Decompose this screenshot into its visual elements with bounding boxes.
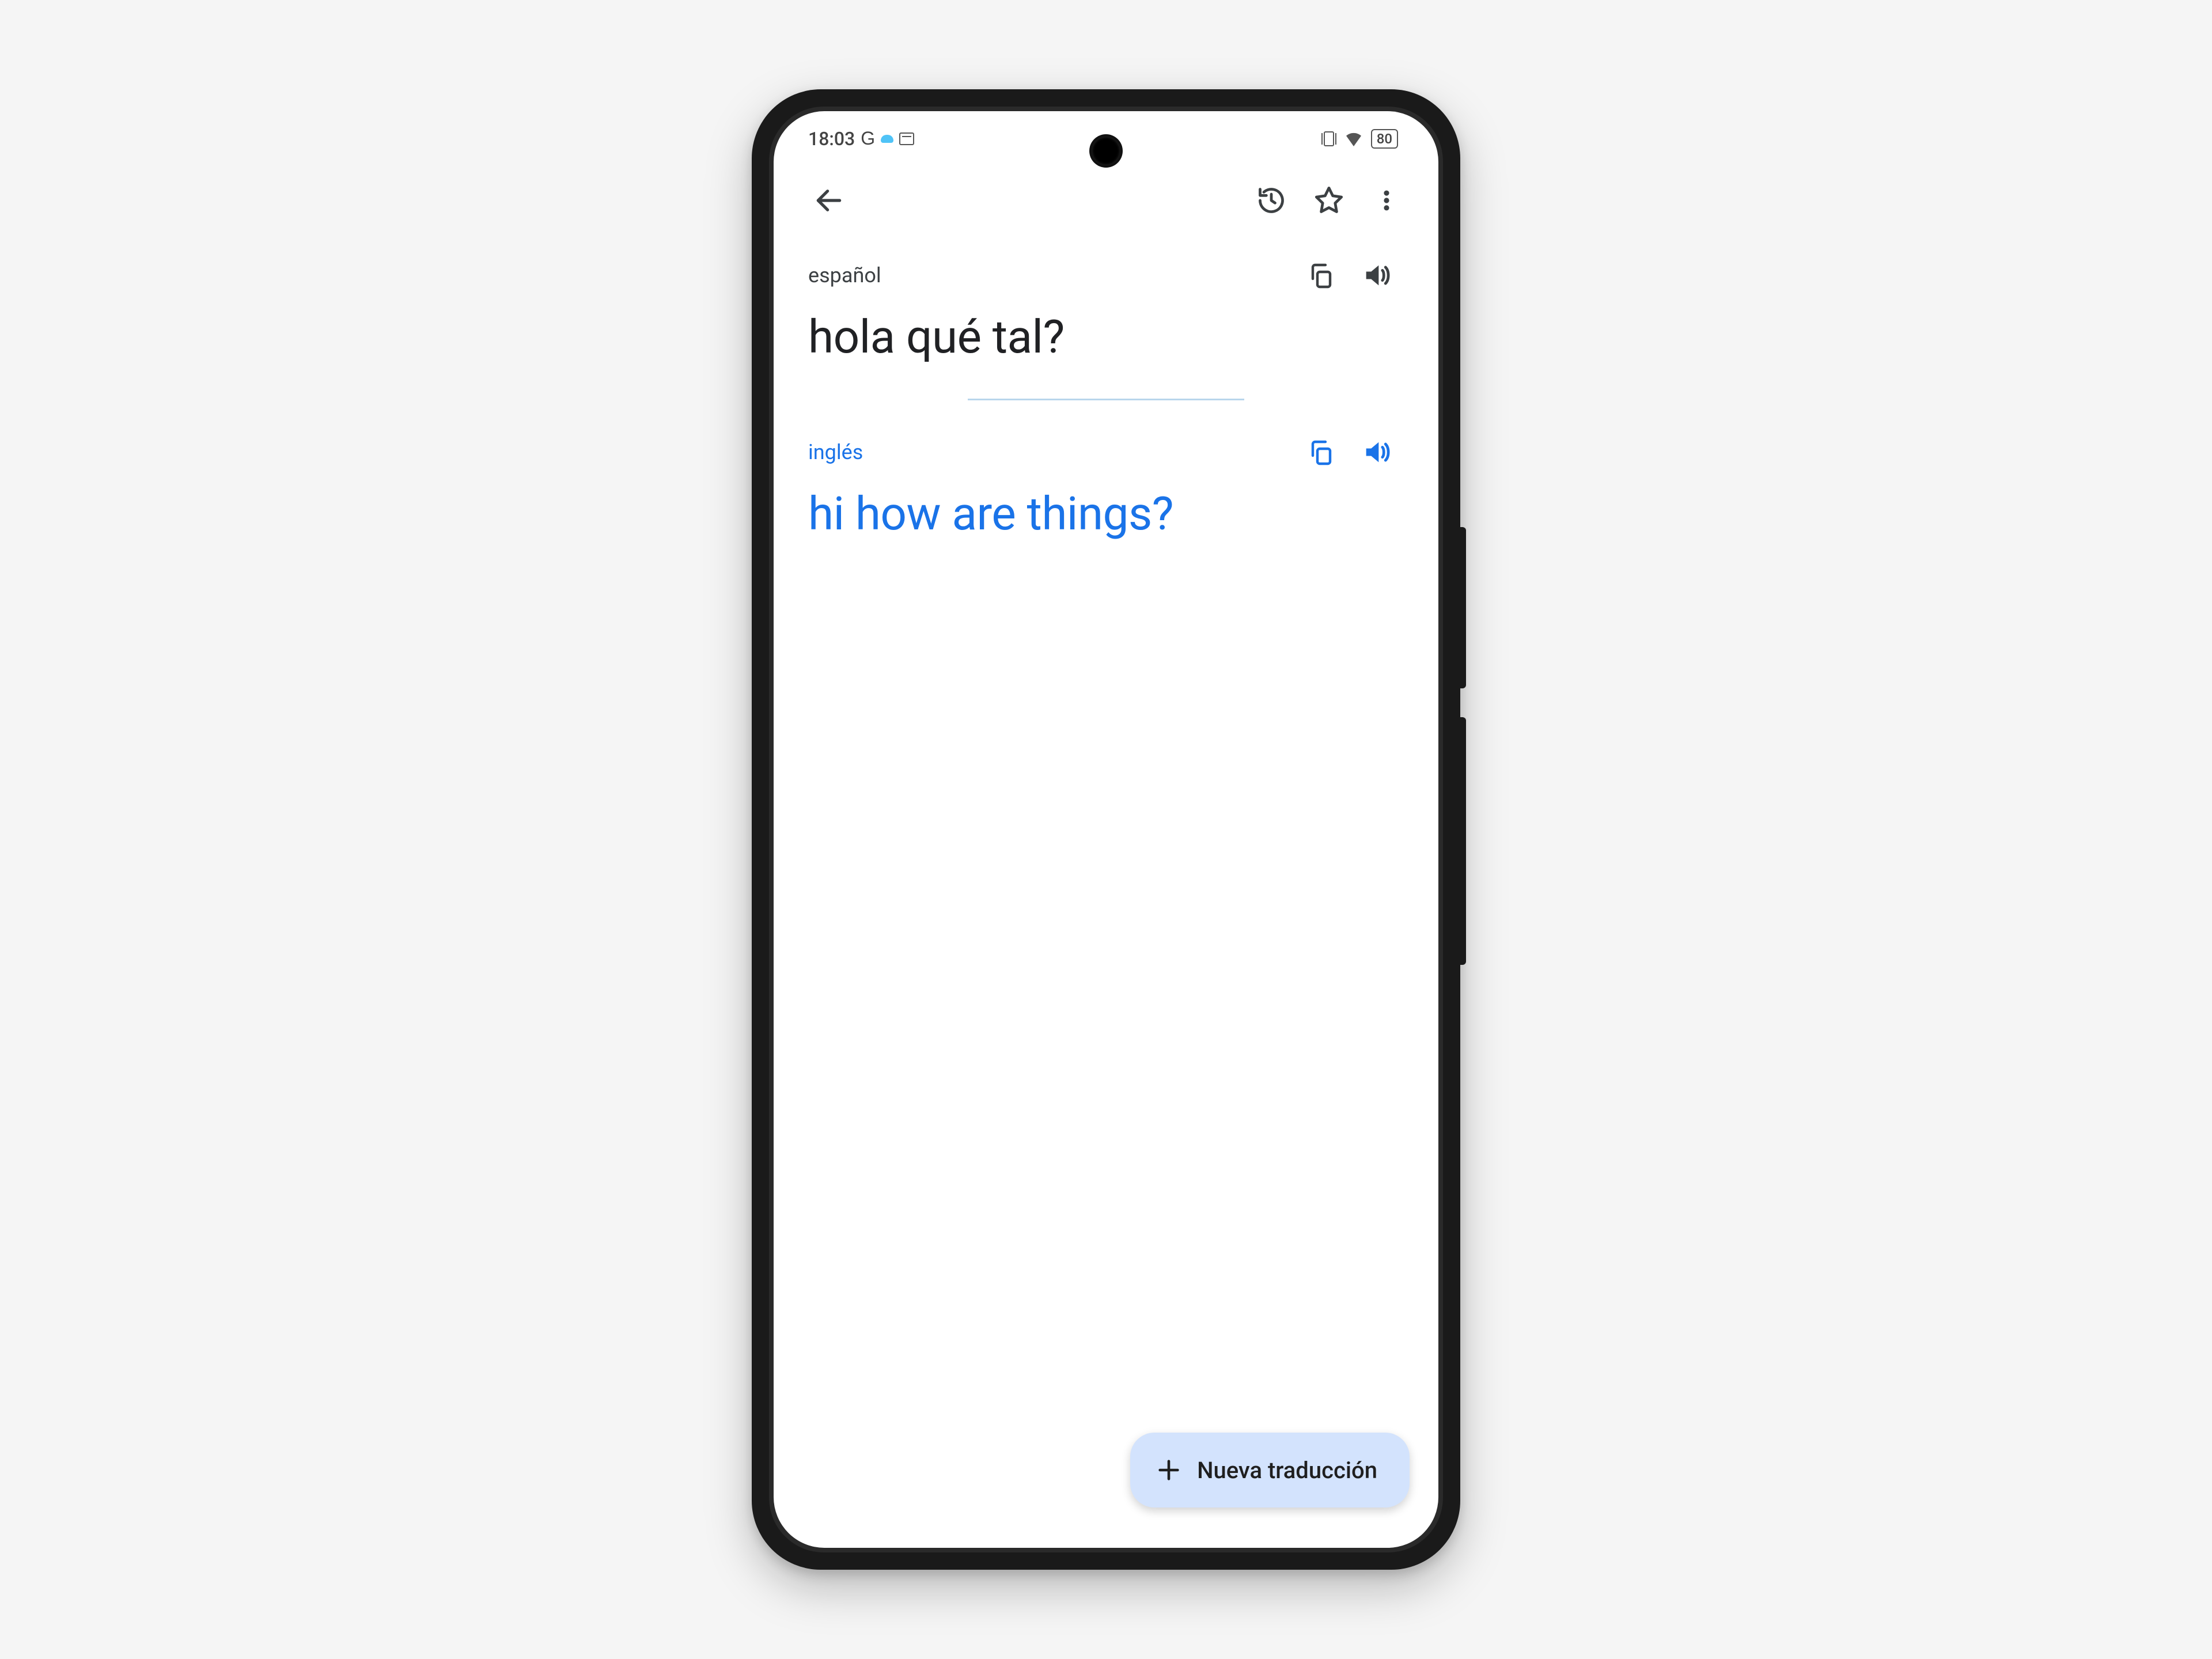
star-button[interactable] xyxy=(1300,172,1358,229)
calendar-icon xyxy=(899,132,914,145)
target-language-row: inglés xyxy=(808,429,1404,475)
history-button[interactable] xyxy=(1243,172,1300,229)
speak-target-button[interactable] xyxy=(1349,429,1404,475)
source-language-row: español xyxy=(808,252,1404,298)
front-camera xyxy=(1092,137,1120,165)
plus-icon xyxy=(1156,1457,1182,1483)
divider xyxy=(968,399,1244,400)
power-button xyxy=(1460,717,1466,965)
new-translation-button[interactable]: Nueva traducción xyxy=(1130,1433,1410,1508)
new-translation-label: Nueva traducción xyxy=(1197,1457,1377,1484)
copy-target-button[interactable] xyxy=(1293,429,1349,475)
status-time: 18:03 xyxy=(808,128,855,150)
google-indicator-icon: G xyxy=(861,128,875,149)
more-menu-button[interactable] xyxy=(1358,172,1415,229)
vibrate-icon xyxy=(1321,131,1336,146)
target-language-label[interactable]: inglés xyxy=(808,440,1293,464)
speak-source-button[interactable] xyxy=(1349,252,1404,298)
volume-button xyxy=(1460,527,1466,688)
content-area: español hola qué tal? xyxy=(774,235,1438,1548)
source-text[interactable]: hola qué tal? xyxy=(808,310,1404,364)
copy-source-button[interactable] xyxy=(1293,252,1349,298)
target-text[interactable]: hi how are things? xyxy=(808,487,1404,541)
battery-indicator: 80 xyxy=(1371,129,1398,149)
wifi-icon xyxy=(1344,131,1363,146)
screen: 18:03 G 80 xyxy=(774,111,1438,1548)
app-bar xyxy=(774,166,1438,235)
phone-frame: 18:03 G 80 xyxy=(752,89,1460,1570)
source-language-label[interactable]: español xyxy=(808,263,1293,287)
weather-icon xyxy=(881,135,893,143)
back-button[interactable] xyxy=(800,172,858,229)
